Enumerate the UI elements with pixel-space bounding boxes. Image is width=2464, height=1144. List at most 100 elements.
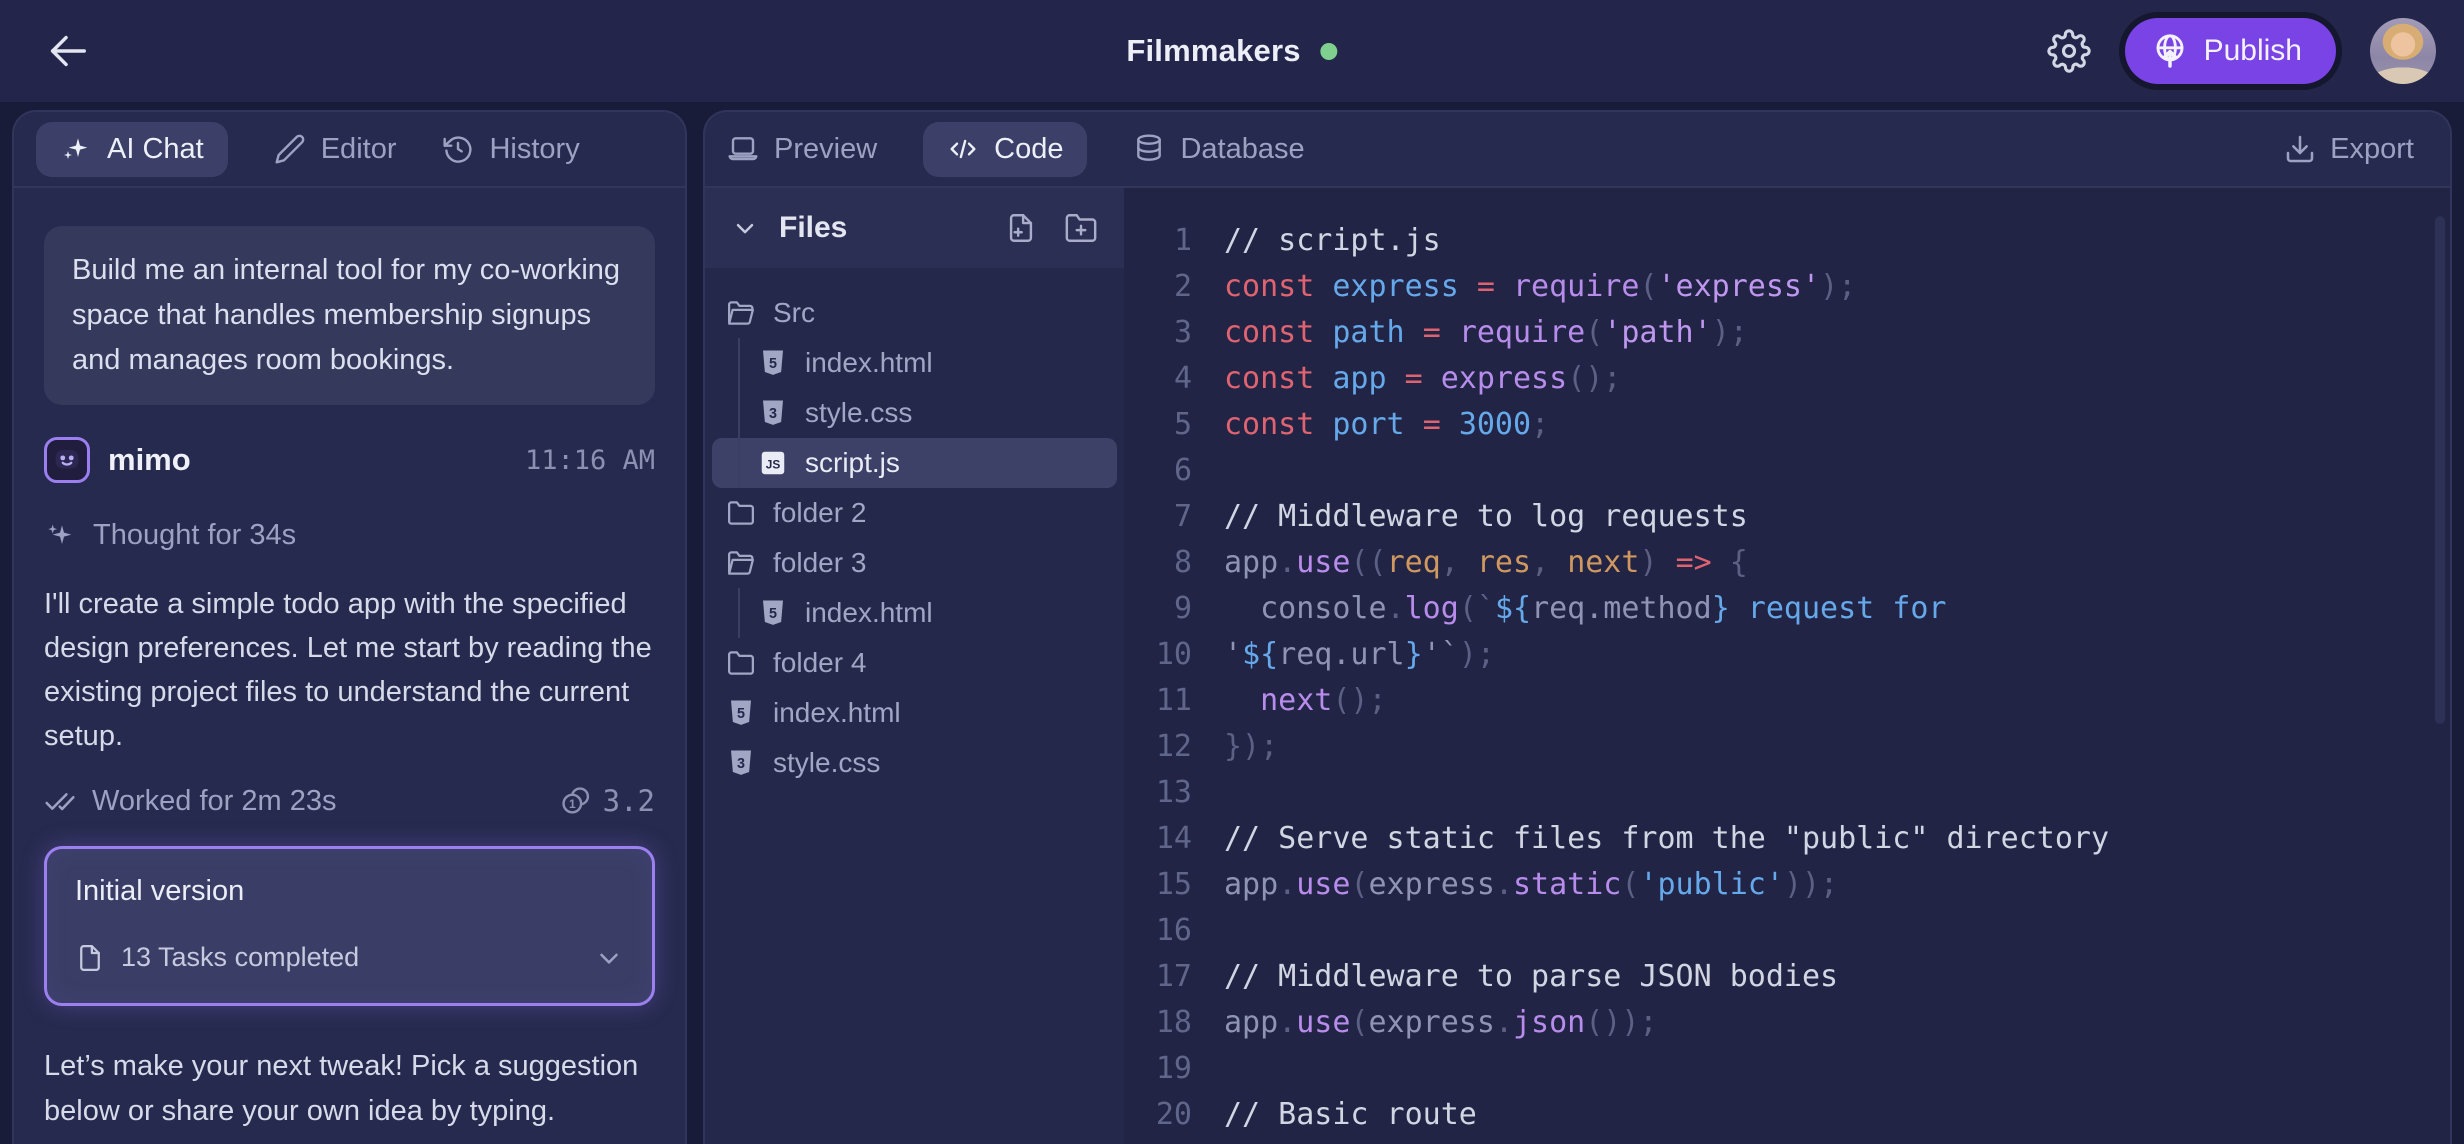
code-line: 16 [1124, 908, 2450, 954]
tab-editor[interactable]: Editor [274, 133, 397, 166]
tab-preview[interactable]: Preview [727, 133, 877, 166]
code-line: 4const app = express(); [1124, 356, 2450, 402]
tab-label: Preview [774, 133, 877, 166]
file-row-style.css[interactable]: 3style.css [712, 388, 1117, 438]
html-icon: 5 [726, 698, 756, 728]
arrow-left-icon [44, 28, 90, 74]
workspace-tabs: Preview Code Database Export [705, 112, 2450, 188]
publish-button[interactable]: Publish [2125, 18, 2336, 84]
user-avatar[interactable] [2370, 18, 2436, 84]
tab-label: Database [1180, 133, 1304, 166]
folder-row-folder-3[interactable]: folder 3 [712, 538, 1117, 588]
file-tree: Src5index.html3style.cssJSscript.jsfolde… [705, 268, 1124, 1144]
new-file-button[interactable] [1004, 211, 1038, 245]
line-number: 4 [1124, 356, 1192, 402]
tab-ai-chat[interactable]: AI Chat [36, 122, 228, 177]
line-number: 3 [1124, 310, 1192, 356]
tab-label: Code [994, 133, 1063, 166]
gear-icon [2047, 29, 2091, 73]
thought-summary[interactable]: Thought for 34s [44, 519, 655, 552]
assistant-name: mimo [108, 442, 191, 478]
code-line: 10'${req.url}'`); [1124, 632, 2450, 678]
folder-open-icon [726, 298, 756, 328]
code-line: 5const port = 3000; [1124, 402, 2450, 448]
folder-row-folder-2[interactable]: folder 2 [712, 488, 1117, 538]
editor-scrollbar[interactable] [2435, 216, 2445, 724]
export-label: Export [2330, 133, 2414, 166]
assistant-header: mimo 11:16 AM [44, 437, 655, 483]
user-message-bubble: Build me an internal tool for my co-work… [44, 226, 655, 405]
folder-row-folder-4[interactable]: folder 4 [712, 638, 1117, 688]
code-line: 11 next(); [1124, 678, 2450, 724]
js-icon: JS [758, 448, 788, 478]
line-number: 13 [1124, 770, 1192, 816]
line-number: 17 [1124, 954, 1192, 1000]
code-line: 15app.use(express.static('public')); [1124, 862, 2450, 908]
chevron-down-icon [594, 943, 624, 973]
code-line: 13 [1124, 770, 2450, 816]
status-dot [1321, 43, 1338, 60]
file-name: Src [773, 297, 815, 329]
settings-button[interactable] [2047, 29, 2091, 73]
line-number: 1 [1124, 218, 1192, 264]
pencil-icon [274, 133, 306, 165]
svg-text:5: 5 [737, 706, 745, 722]
double-check-icon [44, 785, 76, 817]
code-line: 1// script.js [1124, 218, 2450, 264]
sparkles-icon [60, 133, 92, 165]
code-line: 12}); [1124, 724, 2450, 770]
new-folder-button[interactable] [1064, 211, 1098, 245]
file-row-script.js[interactable]: JSscript.js [712, 438, 1117, 488]
line-number: 8 [1124, 540, 1192, 586]
history-icon [442, 133, 474, 165]
file-row-index.html[interactable]: 5index.html [712, 338, 1117, 388]
folder-row-Src[interactable]: Src [712, 288, 1117, 338]
export-button[interactable]: Export [2284, 133, 2428, 166]
line-number: 14 [1124, 816, 1192, 862]
coins-icon: 1 [559, 784, 593, 818]
file-row-style.css[interactable]: 3style.css [712, 738, 1117, 788]
version-title: Initial version [75, 875, 624, 908]
robot-face-icon [50, 443, 84, 477]
code-line: 2const express = require('express'); [1124, 264, 2450, 310]
folder-icon [726, 498, 756, 528]
line-number: 5 [1124, 402, 1192, 448]
chat-scroll-area[interactable]: Build me an internal tool for my co-work… [14, 226, 685, 1134]
sparkles-icon [44, 520, 76, 552]
file-explorer: Files Src5index.html3style.cssJSscript.j… [705, 188, 1124, 1144]
code-line: 18app.use(express.json()); [1124, 1000, 2450, 1046]
version-card[interactable]: Initial version 13 Tasks completed [44, 846, 655, 1006]
database-icon [1133, 133, 1165, 165]
document-icon [75, 943, 105, 973]
file-row-index.html[interactable]: 5index.html [712, 688, 1117, 738]
code-editor[interactable]: 1// script.js2const express = require('e… [1124, 188, 2450, 1144]
line-number: 15 [1124, 862, 1192, 908]
line-number: 11 [1124, 678, 1192, 724]
code-line: 6 [1124, 448, 2450, 494]
folder-icon [726, 648, 756, 678]
html-icon: 5 [758, 598, 788, 628]
file-name: folder 4 [773, 647, 866, 679]
line-number: 6 [1124, 448, 1192, 494]
chat-panel-tabs: AI Chat Editor History [14, 112, 685, 188]
css-icon: 3 [758, 398, 788, 428]
code-line: 3const path = require('path'); [1124, 310, 2450, 356]
publish-globe-icon [2151, 32, 2189, 70]
tab-history[interactable]: History [442, 133, 579, 166]
publish-label: Publish [2204, 34, 2302, 68]
code-line: 20// Basic route [1124, 1092, 2450, 1138]
chevron-down-icon [731, 214, 759, 242]
file-row-index.html[interactable]: 5index.html [712, 588, 1117, 638]
code-icon [947, 133, 979, 165]
worked-label: Worked for 2m 23s [92, 785, 336, 818]
line-number: 18 [1124, 1000, 1192, 1046]
tasks-completed-label: 13 Tasks completed [121, 942, 359, 973]
tab-code[interactable]: Code [923, 122, 1087, 177]
back-button[interactable] [44, 28, 90, 74]
tab-database[interactable]: Database [1133, 133, 1304, 166]
files-collapse-button[interactable] [731, 214, 759, 242]
suggestion-prompt: Let’s make your next tweak! Pick a sugge… [44, 1044, 655, 1134]
expand-tasks-button[interactable] [594, 943, 624, 973]
tab-label: AI Chat [107, 133, 204, 166]
line-number: 19 [1124, 1046, 1192, 1092]
